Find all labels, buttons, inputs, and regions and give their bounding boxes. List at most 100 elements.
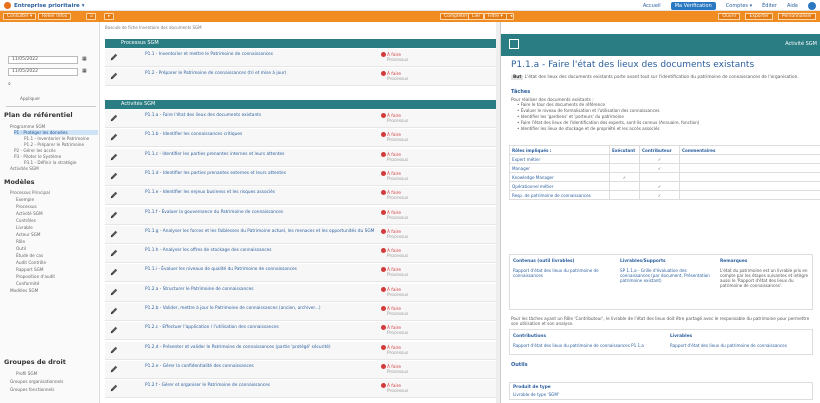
tree-item[interactable]: Groupes fonctionnels <box>10 387 54 392</box>
date-to-field[interactable]: 11/05/2022 <box>8 68 78 76</box>
tree-item[interactable]: Groupes organisationnels <box>10 379 63 384</box>
row-label[interactable]: P1.1.g - Analyser les forces et les faib… <box>145 229 375 234</box>
avatar[interactable] <box>808 2 816 10</box>
row-label[interactable]: P1.1.f - Évaluer la gouvernance du Patri… <box>145 210 375 215</box>
tree-item[interactable]: Programme SGM <box>10 124 45 129</box>
relier-button[interactable]: Relier Infos <box>38 13 72 20</box>
list-row[interactable]: P1.2.b - Valider, mettre à jour le Patri… <box>105 303 497 321</box>
row-label[interactable]: P1.1.b - Identifier les connaissances cr… <box>145 132 375 137</box>
list-row[interactable]: P1.1.f - Évaluer la gouvernance du Patri… <box>105 206 497 225</box>
nav-aide[interactable]: Aide <box>787 3 798 9</box>
role-name[interactable]: Knowledge Manager <box>509 172 610 182</box>
tree-item[interactable]: Audit Contrôle <box>16 260 46 265</box>
nav-editer[interactable]: Éditer <box>762 3 777 9</box>
role-name[interactable]: Manager <box>509 163 610 173</box>
tree-item[interactable]: Rôle <box>16 239 25 244</box>
edit-pencil-icon[interactable] <box>110 114 118 122</box>
open-button[interactable]: Ouvrir <box>718 13 741 20</box>
calendar-icon[interactable]: ▦ <box>82 68 87 74</box>
contributions-text[interactable]: Rapport d'état des lieux du patrimoine d… <box>513 343 644 348</box>
edit-pencil-icon[interactable] <box>110 172 118 180</box>
row-label[interactable]: P1.1.h - Analyser les offres de stockage… <box>145 248 375 253</box>
list-row[interactable]: P1.2.e - Gérer la confidentialité des co… <box>105 360 497 379</box>
collapse-icon[interactable]: ◂ <box>506 13 514 20</box>
tree-item[interactable]: Modèles SGM <box>10 288 38 293</box>
list-row[interactable]: P1.2 - Préparer le Patrimoine de connais… <box>105 68 497 86</box>
edit-pencil-icon[interactable] <box>110 211 118 219</box>
tree-item[interactable]: P3 - Piloter le Système <box>14 154 61 159</box>
tree-item[interactable]: P2 - Gérer les accès <box>14 148 56 153</box>
role-name[interactable]: Opérationnel métier <box>509 181 610 191</box>
edit-pencil-icon[interactable] <box>110 384 118 392</box>
edit-pencil-icon[interactable] <box>110 230 118 238</box>
tree-item[interactable]: Rapport SGM <box>16 267 43 272</box>
list-row[interactable]: P1.2.d - Présenter et valider le Patrimo… <box>105 341 497 360</box>
row-label[interactable]: P1.2.d - Présenter et valider le Patrimo… <box>145 345 375 350</box>
list-row[interactable]: P1.2.f - Gérer et organiser le Patrimoin… <box>105 380 497 399</box>
complete-button[interactable]: Compléter <box>440 13 472 20</box>
row-label[interactable]: P1.2.f - Gérer et organiser le Patrimoin… <box>145 383 375 388</box>
role-name[interactable]: Expert métier <box>509 154 610 164</box>
home-icon[interactable]: ⌂ <box>86 13 96 20</box>
nav-accueil[interactable]: Accueil <box>643 3 661 9</box>
produit-text[interactable]: Livrable de type 'SGM' <box>513 392 559 397</box>
tree-item[interactable]: Étude de cas <box>16 253 43 258</box>
tree-item[interactable]: Livrable <box>16 225 33 230</box>
brand[interactable]: Entreprise prioritaire ▾ <box>4 2 84 9</box>
edit-pencil-icon[interactable] <box>110 249 118 257</box>
row-label[interactable]: P1.2.b - Valider, mettre à jour le Patri… <box>145 306 375 311</box>
nav-ma-verification[interactable]: Ma Vérification <box>670 2 716 10</box>
list-row[interactable]: P1.1.a - Faire l'état des lieux des docu… <box>105 110 497 128</box>
tree-item[interactable]: Activités SGM <box>10 166 39 171</box>
row-label[interactable]: P1.2 - Préparer le Patrimoine de connais… <box>145 71 375 76</box>
list-row[interactable]: P1.1.h - Analyser les offres de stockage… <box>105 245 497 264</box>
edit-pencil-icon[interactable] <box>110 365 118 373</box>
row-label[interactable]: P1.1.c - Identifier les parties prenante… <box>145 152 375 157</box>
edit-pencil-icon[interactable] <box>110 53 118 61</box>
row-label[interactable]: P1.1 - Inventorier et mettre le Patrimoi… <box>145 52 375 57</box>
nav-icon[interactable]: ▸ <box>104 13 114 20</box>
list-row[interactable]: P1.1.g - Analyser les forces et les faib… <box>105 225 497 244</box>
list-row[interactable]: P1.1.e - Identifier les enjeux business … <box>105 187 497 206</box>
export-button[interactable]: Exporter <box>745 13 773 20</box>
tree-item[interactable]: Exemple <box>16 197 34 202</box>
search-icon[interactable]: ⌕ <box>8 81 11 87</box>
edit-pencil-icon[interactable] <box>110 307 118 315</box>
livrables-text[interactable]: Rapport d'état des lieux du patrimoine d… <box>670 343 787 348</box>
row-label[interactable]: P1.2.e - Gérer la confidentialité des co… <box>145 364 375 369</box>
tree-item[interactable]: Profil SGM <box>16 371 37 376</box>
row-label[interactable]: P1.2.a - Structurer le Patrimoine de con… <box>145 287 375 292</box>
edit-pencil-icon[interactable] <box>110 153 118 161</box>
tree-item[interactable]: P3.1 - Définir la stratégie <box>24 160 76 165</box>
edit-pencil-icon[interactable] <box>110 191 118 199</box>
edit-pencil-icon[interactable] <box>110 346 118 354</box>
section-header-activites[interactable]: Activités SGM <box>105 100 497 109</box>
edit-pencil-icon[interactable] <box>110 326 118 334</box>
row-label[interactable]: P1.1.e - Identifier les enjeux business … <box>145 190 375 195</box>
tree-item[interactable]: Processus <box>16 204 37 209</box>
list-row[interactable]: P1.1.i - Évaluer les niveaux de qualité … <box>105 264 497 283</box>
row-label[interactable]: P1.1.a - Faire l'état des lieux des docu… <box>145 113 375 118</box>
list-row[interactable]: P1.1 - Inventorier et mettre le Patrimoi… <box>105 49 497 67</box>
list-row[interactable]: P1.2.a - Structurer le Patrimoine de con… <box>105 283 497 302</box>
row-label[interactable]: P1.1.i - Évaluer les niveaux de qualité … <box>145 267 375 272</box>
customize-button[interactable]: Personnaliser <box>777 13 816 20</box>
edit-pencil-icon[interactable] <box>110 288 118 296</box>
row-label[interactable]: P1.1.d - Identifier les parties prenante… <box>145 171 375 176</box>
date-from-field[interactable]: 11/05/2022 <box>8 56 78 64</box>
tree-item[interactable]: P1.2 - Préparer le Patrimoine <box>24 142 84 147</box>
tree-item[interactable]: P1.1 - Inventorier le Patrimoine <box>24 136 89 141</box>
tree-item[interactable]: Proposition d'audit <box>16 274 55 279</box>
tree-item[interactable]: Activité SGM <box>16 211 43 216</box>
apply-filter-link[interactable]: Appliquer <box>20 96 40 101</box>
edit-pencil-icon[interactable] <box>110 72 118 80</box>
contenus-text[interactable]: Rapport d'état des lieux du patrimoine d… <box>513 268 603 278</box>
nav-comptes[interactable]: Comptes ▾ <box>726 3 752 9</box>
list-row[interactable]: P1.1.d - Identifier les parties prenante… <box>105 167 497 186</box>
calendar-icon[interactable]: ▦ <box>82 56 87 62</box>
tree-item[interactable]: Conformité <box>16 281 39 286</box>
role-name[interactable]: Resp. de patrimoine de connaissances <box>509 190 610 200</box>
livrables-supports-text[interactable]: SP 1.1.a - Grille d'évaluation des conna… <box>620 268 710 283</box>
tree-item[interactable]: Outil <box>16 246 26 251</box>
list-row[interactable]: P1.1.b - Identifier les connaissances cr… <box>105 129 497 148</box>
